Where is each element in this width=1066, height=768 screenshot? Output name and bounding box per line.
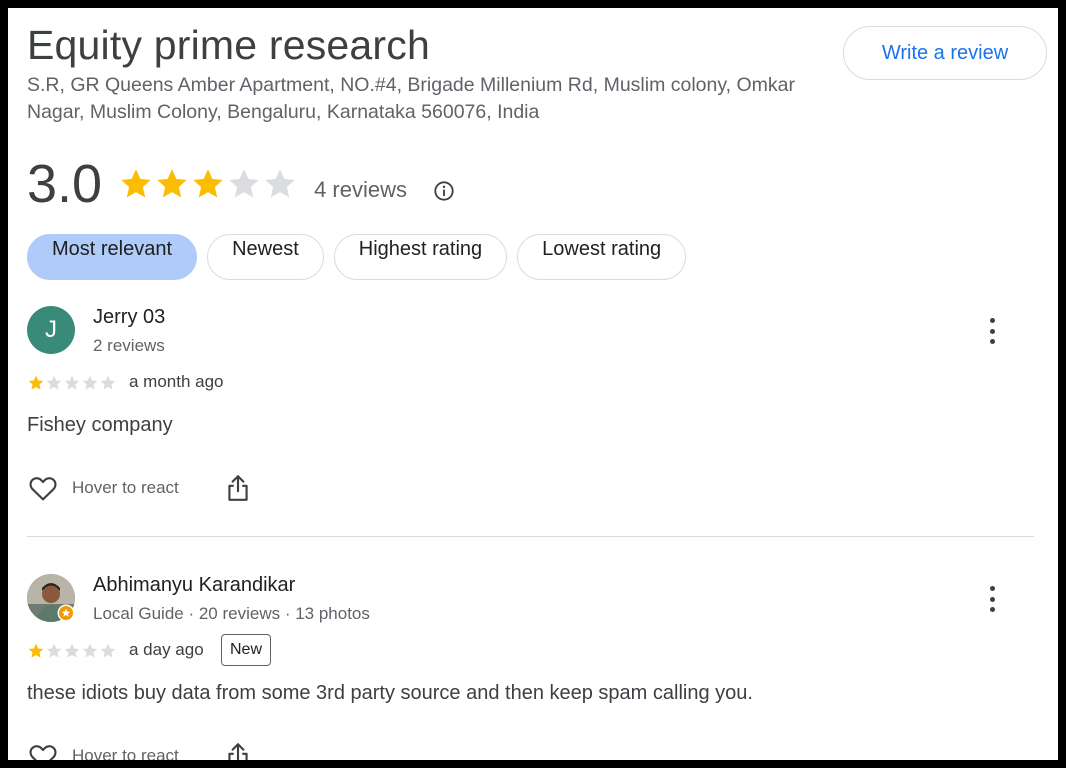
- reviewer-meta[interactable]: Local Guide · 20 reviews · 13 photos: [93, 604, 370, 624]
- chip-highest-rating[interactable]: Highest rating: [333, 234, 508, 280]
- review-text: Fishey company: [27, 414, 173, 436]
- reviewer-name[interactable]: Abhimanyu Karandikar: [93, 574, 295, 597]
- average-rating-stars: [118, 166, 298, 202]
- reviewer-meta[interactable]: 2 reviews: [93, 336, 165, 356]
- share-icon[interactable]: [225, 741, 251, 760]
- star-empty-icon: [265, 169, 295, 198]
- react-label: Hover to react: [72, 478, 179, 497]
- heart-icon[interactable]: [27, 740, 59, 760]
- star-empty-icon: [64, 643, 80, 658]
- review-time: a day ago: [129, 640, 204, 659]
- info-icon[interactable]: [433, 180, 455, 202]
- review-stars: [27, 642, 117, 660]
- react-label: Hover to react: [72, 746, 179, 760]
- review-stars: [27, 374, 117, 392]
- place-address: S.R, GR Queens Amber Apartment, NO.#4, B…: [27, 74, 795, 123]
- chip-most-relevant[interactable]: Most relevant: [27, 234, 198, 280]
- review-time: a month ago: [129, 372, 224, 391]
- star-filled-icon: [157, 169, 187, 198]
- star-filled-icon: [193, 169, 223, 198]
- new-badge: New: [221, 634, 272, 666]
- review-actions: Hover to react: [27, 740, 251, 760]
- reviewer-name[interactable]: Jerry 03: [93, 306, 165, 329]
- more-options-button[interactable]: [982, 316, 1002, 346]
- star-empty-icon: [82, 375, 98, 390]
- place-reviews-panel: Equity prime research S.R, GR Queens Amb…: [8, 8, 1058, 760]
- heart-icon[interactable]: [27, 472, 59, 504]
- star-filled-icon: [28, 643, 44, 658]
- more-vert-icon: [989, 318, 995, 323]
- avatar[interactable]: J: [27, 306, 75, 354]
- chip-lowest-rating[interactable]: Lowest rating: [517, 234, 687, 280]
- star-filled-icon: [28, 375, 44, 390]
- more-options-button[interactable]: [982, 584, 1002, 614]
- star-filled-icon: [121, 169, 151, 198]
- local-guide-badge-icon: [57, 604, 75, 622]
- review-card: Abhimanyu Karandikar Local Guide · 20 re…: [27, 574, 1037, 760]
- place-title: Equity prime research: [27, 22, 430, 68]
- star-empty-icon: [46, 643, 62, 658]
- star-empty-icon: [100, 643, 116, 658]
- share-icon[interactable]: [225, 473, 251, 503]
- chip-newest[interactable]: Newest: [207, 234, 324, 280]
- star-empty-icon: [64, 375, 80, 390]
- star-empty-icon: [229, 169, 259, 198]
- star-empty-icon: [46, 375, 62, 390]
- star-empty-icon: [100, 375, 116, 390]
- write-review-button[interactable]: Write a review: [843, 26, 1047, 80]
- rating-summary: 3.0 4 reviews: [27, 150, 407, 218]
- review-count: 4 reviews: [314, 177, 407, 202]
- review-card: J Jerry 03 2 reviews a month ago Fishey …: [27, 306, 1037, 526]
- review-divider: [27, 536, 1034, 537]
- avatar-initial: J: [45, 316, 57, 343]
- average-rating: 3.0: [27, 154, 103, 214]
- sort-chips: Most relevant Newest Highest rating Lowe…: [27, 234, 687, 280]
- review-text: these idiots buy data from some 3rd part…: [27, 682, 753, 704]
- star-empty-icon: [82, 643, 98, 658]
- more-vert-icon: [989, 586, 995, 591]
- review-actions: Hover to react: [27, 472, 251, 504]
